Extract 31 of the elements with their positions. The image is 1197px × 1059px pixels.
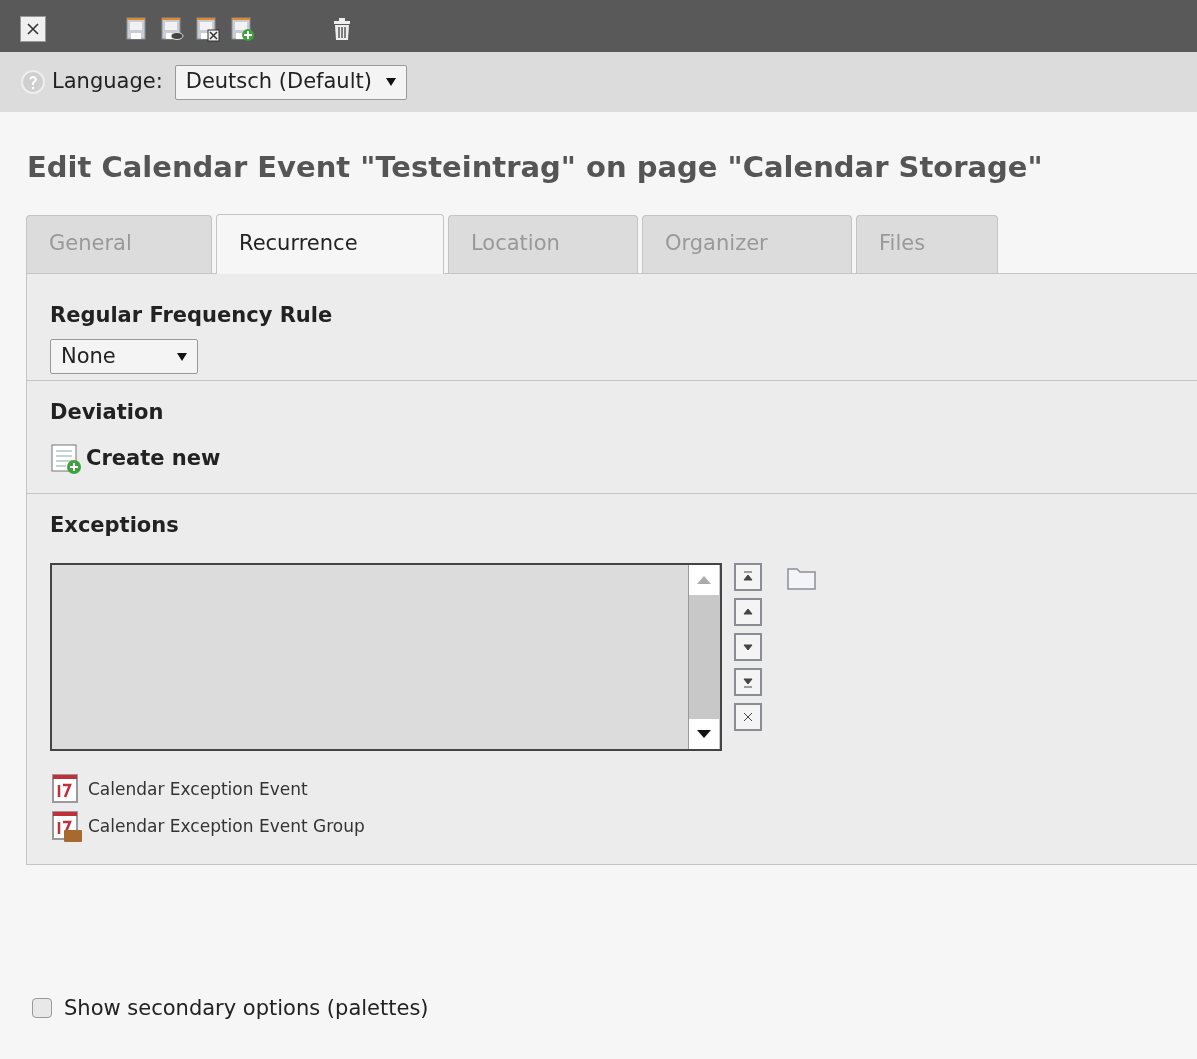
- checkbox-label: Show secondary options (palettes): [64, 994, 429, 1022]
- caret-icon: [385, 77, 396, 87]
- field-label: Exceptions: [50, 511, 180, 539]
- save-new-icon[interactable]: [229, 16, 255, 42]
- move-bottom-button[interactable]: [734, 668, 762, 696]
- record-type-link[interactable]: Calendar Exception Event: [50, 773, 308, 807]
- close-button[interactable]: [20, 16, 46, 42]
- help-icon: [20, 69, 46, 95]
- scrollbar[interactable]: [688, 565, 720, 749]
- language-label: Language:: [52, 68, 163, 96]
- exceptions-list[interactable]: [50, 563, 722, 751]
- save-close-icon[interactable]: [194, 16, 220, 42]
- record-type-link[interactable]: Calendar Exception Event Group: [50, 810, 365, 844]
- move-top-button[interactable]: [734, 563, 762, 591]
- scroll-down-icon[interactable]: [689, 719, 719, 749]
- field-label: Regular Frequency Rule: [50, 301, 334, 329]
- remove-button[interactable]: [734, 703, 762, 731]
- move-down-button[interactable]: [734, 633, 762, 661]
- new-record-icon: [50, 442, 84, 475]
- field-label: Deviation: [50, 399, 165, 426]
- checkbox[interactable]: [32, 998, 52, 1019]
- move-up-button[interactable]: [734, 598, 762, 626]
- language-select[interactable]: Deutsch (Default): [174, 64, 407, 100]
- page-title: Edit Calendar Event "Testeintrag" on page "Calendar Storage": [27, 149, 1044, 186]
- create-new-link[interactable]: Create new: [50, 442, 221, 475]
- frequency-select[interactable]: None: [50, 339, 198, 374]
- tab[interactable]: Recurrence: [216, 213, 444, 274]
- close-icon: [26, 22, 40, 36]
- save-view-icon[interactable]: [159, 16, 185, 42]
- calendar-folder-icon: [50, 810, 84, 844]
- caret-icon: [177, 351, 187, 362]
